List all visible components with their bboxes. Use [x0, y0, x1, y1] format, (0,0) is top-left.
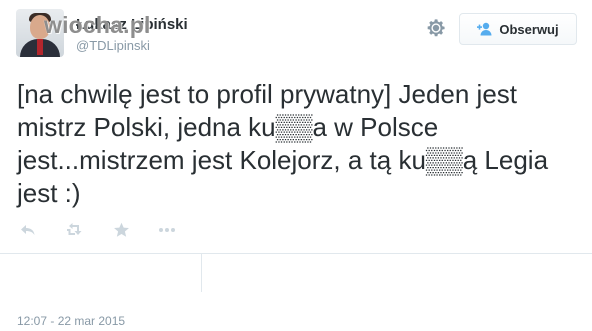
- tweet-actions: [19, 220, 204, 240]
- tweet-timestamp[interactable]: 12:07 - 22 mar 2015: [17, 314, 125, 328]
- avatar-tie: [37, 39, 43, 55]
- stats-column-divider: [201, 254, 202, 292]
- follow-button[interactable]: Obserwuj: [459, 13, 577, 45]
- display-name[interactable]: Łukasz Lipiński: [76, 16, 188, 33]
- follow-label: Obserwuj: [499, 21, 559, 37]
- avatar-head: [30, 15, 50, 39]
- reply-icon[interactable]: [19, 222, 37, 238]
- tweet-text: [na chwilę jest to profil prywatny] Jede…: [17, 79, 556, 208]
- retweet-icon[interactable]: [65, 222, 85, 238]
- more-icon[interactable]: [158, 227, 176, 233]
- avatar[interactable]: [16, 9, 64, 57]
- username[interactable]: @TDLipinski: [76, 38, 150, 53]
- stats-divider: [0, 253, 592, 254]
- add-user-icon: [477, 22, 493, 36]
- gear-icon[interactable]: [425, 17, 447, 39]
- star-icon[interactable]: [113, 222, 130, 238]
